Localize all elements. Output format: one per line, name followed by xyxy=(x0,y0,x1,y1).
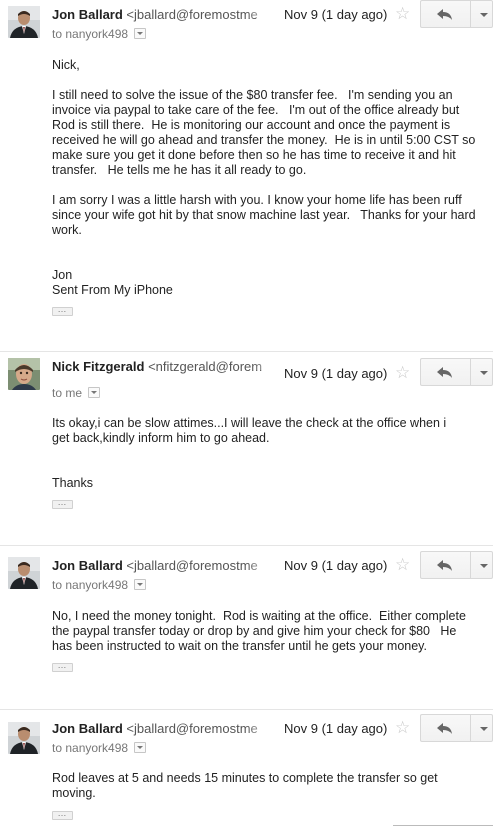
recipient-line: to nanyork498 xyxy=(52,26,147,42)
recipient-text: to nanyork498 xyxy=(52,27,129,41)
more-options-button[interactable] xyxy=(470,714,493,742)
body-signature: Jon Sent From My iPhone xyxy=(52,268,173,297)
chevron-down-icon xyxy=(480,371,488,375)
sender-avatar xyxy=(8,6,40,38)
reply-icon xyxy=(437,560,452,571)
recipient-text: to me xyxy=(52,386,83,400)
sender-line: Nick Fitzgerald <nfitzgerald@forem xyxy=(52,359,262,377)
reply-button[interactable] xyxy=(420,0,470,28)
show-details-dropdown[interactable] xyxy=(134,742,147,753)
reply-icon xyxy=(437,367,452,378)
chevron-down-icon xyxy=(480,727,488,731)
sender-name[interactable]: Jon Ballard xyxy=(52,558,123,573)
sender-email: <jballard@foremostme xyxy=(126,558,258,573)
show-trimmed-content-button[interactable]: … xyxy=(52,809,73,820)
show-trimmed-content-button[interactable]: … xyxy=(52,661,73,672)
sender-email: <nfitzgerald@forem xyxy=(148,359,263,374)
email-fade xyxy=(246,721,274,739)
sender-avatar xyxy=(8,358,40,390)
show-trimmed-content-button[interactable]: … xyxy=(52,498,73,509)
email-fade xyxy=(246,0,274,18)
recipient-text: to nanyork498 xyxy=(52,578,129,592)
show-trimmed-content-button[interactable]: … xyxy=(52,305,73,316)
message-date[interactable]: Nov 9 (1 day ago) xyxy=(284,721,387,737)
show-details-dropdown[interactable] xyxy=(134,28,147,39)
recipient-line: to me xyxy=(52,385,101,401)
body-paragraph: Its okay,i can be slow attimes...I will … xyxy=(52,416,450,445)
body-paragraph: I am sorry I was a little harsh with you… xyxy=(52,193,480,237)
sender-avatar xyxy=(8,722,40,754)
star-icon[interactable]: ☆ xyxy=(395,719,410,737)
sender-line: Jon Ballard <jballard@foremostme xyxy=(52,558,258,576)
message-1: Jon Ballard <jballard@foremostme Nov 9 (… xyxy=(0,0,493,350)
message-date[interactable]: Nov 9 (1 day ago) xyxy=(284,7,387,23)
recipient-text: to nanyork498 xyxy=(52,741,129,755)
sender-avatar xyxy=(8,557,40,589)
reply-button[interactable] xyxy=(420,714,470,742)
sender-name[interactable]: Nick Fitzgerald xyxy=(52,359,144,374)
show-details-dropdown[interactable] xyxy=(88,387,101,398)
message-body: Rod leaves at 5 and needs 15 minutes to … xyxy=(52,771,462,801)
body-paragraph: Nick, xyxy=(52,58,80,72)
body-paragraph: Thanks xyxy=(52,476,93,490)
message-body: Its okay,i can be slow attimes...I will … xyxy=(52,416,466,491)
message-body: No, I need the money tonight. Rod is wai… xyxy=(52,609,472,654)
message-date[interactable]: Nov 9 (1 day ago) xyxy=(284,366,387,382)
reply-button[interactable] xyxy=(420,358,470,386)
sender-name[interactable]: Jon Ballard xyxy=(52,721,123,736)
star-icon[interactable]: ☆ xyxy=(395,5,410,23)
message-3: Jon Ballard <jballard@foremostme Nov 9 (… xyxy=(0,546,493,708)
more-options-button[interactable] xyxy=(470,0,493,28)
scroll-edge-line xyxy=(393,825,493,826)
body-paragraph: I still need to solve the issue of the $… xyxy=(52,88,479,177)
email-fade xyxy=(252,352,280,370)
chevron-down-icon xyxy=(480,564,488,568)
sender-email: <jballard@foremostme xyxy=(126,7,258,22)
sender-email: <jballard@foremostme xyxy=(126,721,258,736)
sender-name[interactable]: Jon Ballard xyxy=(52,7,123,22)
star-icon[interactable]: ☆ xyxy=(395,364,410,382)
email-thread: Jon Ballard <jballard@foremostme Nov 9 (… xyxy=(0,0,493,827)
reply-icon xyxy=(437,723,452,734)
reply-button[interactable] xyxy=(420,551,470,579)
email-fade xyxy=(246,558,274,576)
more-options-button[interactable] xyxy=(470,358,493,386)
chevron-down-icon xyxy=(480,13,488,17)
body-paragraph: Rod leaves at 5 and needs 15 minutes to … xyxy=(52,771,442,800)
message-2: Nick Fitzgerald <nfitzgerald@forem Nov 9… xyxy=(0,352,493,544)
message-4: Jon Ballard <jballard@foremostme Nov 9 (… xyxy=(0,710,493,827)
sender-line: Jon Ballard <jballard@foremostme xyxy=(52,7,258,25)
sender-line: Jon Ballard <jballard@foremostme xyxy=(52,721,258,739)
show-details-dropdown[interactable] xyxy=(134,579,147,590)
recipient-line: to nanyork498 xyxy=(52,577,147,593)
message-date[interactable]: Nov 9 (1 day ago) xyxy=(284,558,387,574)
body-paragraph: No, I need the money tonight. Rod is wai… xyxy=(52,609,470,653)
star-icon[interactable]: ☆ xyxy=(395,556,410,574)
message-body: Nick, I still need to solve the issue of… xyxy=(52,58,482,298)
more-options-button[interactable] xyxy=(470,551,493,579)
reply-icon xyxy=(437,9,452,20)
recipient-line: to nanyork498 xyxy=(52,740,147,756)
